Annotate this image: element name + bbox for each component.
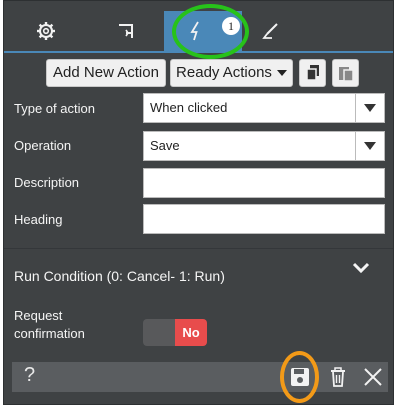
gear-icon xyxy=(37,22,55,40)
tab-settings[interactable] xyxy=(16,11,76,51)
highlight-ring-orange xyxy=(280,351,319,403)
tab-style[interactable] xyxy=(240,11,300,51)
heading-input[interactable] xyxy=(143,204,385,234)
operation-label: Operation xyxy=(14,138,72,153)
heading-label: Heading xyxy=(14,212,63,227)
help-button[interactable]: ? xyxy=(24,364,35,387)
add-new-action-button[interactable]: Add New Action xyxy=(46,59,166,87)
close-icon[interactable] xyxy=(362,366,384,388)
type-of-action-label: Type of action xyxy=(14,101,95,116)
type-of-action-value: When clicked xyxy=(150,100,228,115)
description-input[interactable] xyxy=(143,168,385,198)
request-confirmation-line2: confirmation xyxy=(14,326,85,341)
caret-down-icon xyxy=(276,70,287,77)
trash-icon[interactable] xyxy=(327,366,349,388)
request-confirmation-line1: Request xyxy=(14,308,63,323)
operation-select[interactable]: Save xyxy=(143,131,385,161)
tab-label[interactable] xyxy=(96,11,156,51)
run-condition-label: Run Condition (0: Cancel- 1: Run) xyxy=(14,268,225,284)
type-of-action-select[interactable]: When clicked xyxy=(143,93,385,123)
toggle-off-half xyxy=(143,319,175,346)
chevron-down-icon xyxy=(355,94,384,122)
divider xyxy=(4,248,393,249)
flag-icon xyxy=(119,24,133,38)
action-panel: 1 Add New Action Ready Actions Type of a… xyxy=(3,0,394,405)
chevron-down-icon[interactable] xyxy=(349,259,373,277)
paste-button[interactable] xyxy=(332,59,359,87)
highlight-ring-green xyxy=(172,4,249,59)
ready-actions-label: Ready Actions xyxy=(176,64,272,81)
copy-button[interactable] xyxy=(299,59,326,87)
toggle-value: No xyxy=(175,319,207,346)
description-label: Description xyxy=(14,175,80,190)
tab-bar: 1 xyxy=(4,1,393,59)
copy-icon xyxy=(305,65,319,81)
request-confirmation-label: Request confirmation xyxy=(14,307,85,343)
chevron-down-icon xyxy=(355,132,384,160)
paste-icon xyxy=(338,67,354,82)
operation-value: Save xyxy=(150,138,180,153)
request-confirmation-toggle[interactable]: No xyxy=(143,319,207,346)
footer-bar: ? xyxy=(12,362,388,392)
ready-actions-dropdown[interactable]: Ready Actions xyxy=(170,59,293,87)
brush-icon xyxy=(262,23,278,39)
